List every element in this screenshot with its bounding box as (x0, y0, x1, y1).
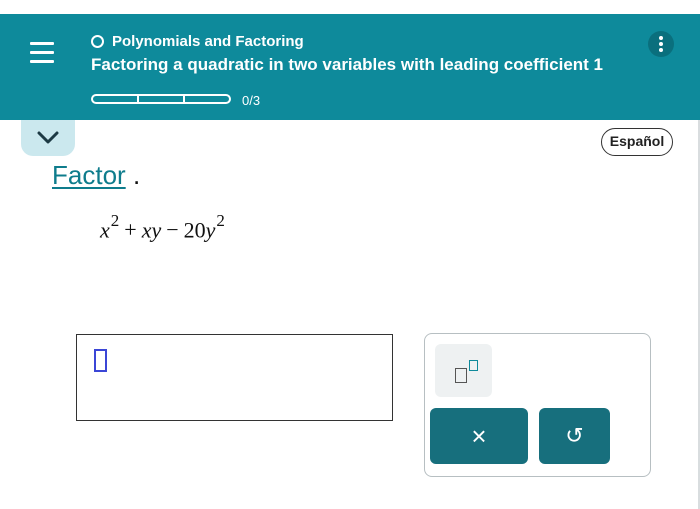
minus-sign: − (166, 217, 179, 243)
math-tool-panel: × ↺ (424, 333, 651, 477)
progress-bar (91, 94, 231, 106)
lesson-title: Factoring a quadratic in two variables w… (91, 55, 603, 74)
plus-sign: + (124, 217, 137, 243)
header-bar: Polynomials and Factoring Factoring a qu… (0, 14, 700, 120)
undo-button[interactable]: ↺ (539, 408, 610, 464)
var-x: x (100, 217, 110, 243)
topic-title: Polynomials and Factoring (112, 33, 304, 50)
clear-button[interactable]: × (430, 408, 528, 464)
collapse-toggle[interactable] (21, 120, 75, 156)
base-box-icon (455, 368, 467, 383)
answer-input[interactable] (76, 334, 393, 421)
progress-segment (91, 94, 139, 104)
var-y: y (205, 217, 216, 243)
cursor-placeholder (94, 349, 107, 372)
factor-link[interactable]: Factor (52, 160, 126, 191)
math-expression: x2 + xy −20y2 (100, 211, 225, 243)
var-xy: xy (141, 217, 162, 243)
exponent-y: 2 (216, 211, 225, 230)
topic-status-icon (91, 35, 104, 48)
hamburger-icon[interactable] (22, 36, 62, 70)
superscript-button[interactable] (435, 344, 492, 397)
vertical-dots-icon[interactable] (648, 31, 674, 57)
coefficient: 20 (183, 217, 206, 243)
language-toggle-button[interactable]: Español (601, 128, 673, 156)
progress-segment (183, 94, 231, 104)
top-strip (0, 0, 700, 14)
chevron-down-icon (37, 131, 59, 144)
progress-count: 0/3 (242, 93, 261, 108)
instruction-period: . (133, 160, 141, 190)
exponent-x: 2 (110, 211, 120, 230)
superscript-icon (469, 360, 478, 371)
progress-segment (137, 94, 185, 104)
